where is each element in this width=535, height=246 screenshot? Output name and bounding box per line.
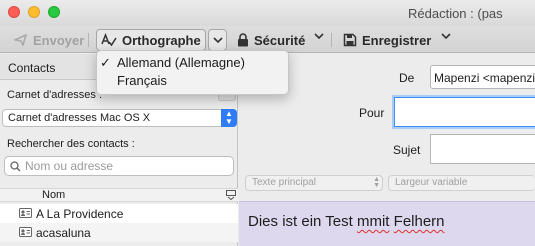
search-box	[4, 156, 234, 176]
security-label: Sécurité	[254, 32, 306, 48]
chevron-down-icon[interactable]	[441, 33, 451, 40]
font-width-value: Largeur variable	[395, 177, 468, 188]
from-select[interactable]: Mapenzi <mapenzi	[430, 65, 535, 89]
lock-icon	[238, 33, 248, 47]
paragraph-format-select[interactable]: Texte principal ▲ ▼	[245, 175, 383, 191]
zoom-window-button[interactable]	[48, 6, 60, 18]
to-label: Pour	[359, 106, 385, 120]
contact-name: A La Providence	[36, 207, 124, 221]
save-button[interactable]: Enregistrer	[343, 30, 431, 50]
select-arrows-icon: ▲ ▼	[373, 176, 380, 189]
body-word: Test	[325, 213, 353, 230]
message-body-text: Dies ist ein Test mmit Felhern	[248, 213, 445, 230]
contact-card-icon	[19, 208, 32, 218]
list-item[interactable]: A La Providence	[0, 204, 238, 223]
save-icon	[343, 33, 357, 47]
toolbar-separator	[331, 33, 332, 47]
menu-item-german[interactable]: ✓ Allemand (Allemagne)	[100, 55, 245, 70]
spelling-label: Orthographe	[122, 32, 201, 48]
security-button[interactable]: Sécurité	[237, 30, 305, 50]
checkmark-icon: ✓	[100, 55, 111, 70]
minimize-window-button[interactable]	[28, 6, 40, 18]
body-word: ist	[282, 213, 298, 230]
contact-card-icon	[19, 227, 32, 237]
title-bar: Rédaction : (pas	[0, 0, 535, 26]
column-picker-icon[interactable]	[226, 190, 236, 200]
body-word: Dies	[248, 213, 279, 230]
paragraph-format-value: Texte principal	[252, 177, 316, 188]
send-label: Envoyer	[33, 32, 85, 48]
menu-item-label: Français	[117, 73, 167, 88]
chevron-down-icon[interactable]	[314, 33, 324, 40]
save-label: Enregistrer	[362, 32, 432, 48]
toolbar: Envoyer Orthographe Sécurité Enregistrer	[0, 26, 535, 53]
contacts-list-header: Nom	[0, 188, 238, 202]
select-arrows-icon: ▲ ▼	[221, 109, 237, 127]
spelling-button[interactable]: Orthographe	[96, 29, 206, 51]
contact-name: acasaluna	[36, 226, 91, 240]
spelling-dropdown-button[interactable]	[208, 29, 227, 51]
send-icon	[14, 34, 27, 46]
from-value: Mapenzi <mapenzi	[434, 71, 535, 85]
from-label: De	[399, 71, 415, 85]
subject-field[interactable]	[430, 134, 535, 164]
menu-item-french[interactable]: Français	[117, 73, 167, 88]
font-width-select[interactable]: Largeur variable	[388, 175, 535, 191]
misspelled-word[interactable]: Felhern	[394, 213, 445, 230]
spellcheck-icon	[101, 33, 117, 47]
toolbar-separator	[88, 33, 89, 47]
menu-item-label: Allemand (Allemagne)	[117, 55, 245, 70]
list-item[interactable]: acasaluna	[0, 223, 238, 242]
misspelled-word[interactable]: mmit	[357, 213, 390, 230]
spelling-language-menu: ✓ Allemand (Allemagne) Français	[96, 50, 289, 95]
window-title: Rédaction : (pas	[408, 6, 503, 21]
subject-label: Sujet	[393, 143, 421, 157]
column-header-name[interactable]: Nom	[42, 189, 65, 201]
address-book-select[interactable]: Carnet d'adresses Mac OS X ▲ ▼	[2, 109, 237, 127]
close-window-button[interactable]	[8, 6, 20, 18]
to-field[interactable]	[394, 97, 535, 127]
address-book-label: Carnet d'adresses :	[7, 89, 103, 101]
send-button[interactable]: Envoyer	[14, 30, 84, 50]
body-word: ein	[301, 213, 322, 230]
format-toolbar: Texte principal ▲ ▼ Largeur variable	[239, 173, 535, 193]
search-input[interactable]	[25, 158, 225, 174]
message-body-editor[interactable]: Dies ist ein Test mmit Felhern	[239, 201, 535, 246]
address-book-value: Carnet d'adresses Mac OS X	[8, 112, 151, 124]
contacts-title: Contacts	[8, 61, 56, 75]
chevron-down-icon	[212, 36, 223, 43]
search-icon	[10, 161, 21, 172]
search-contacts-label: Rechercher des contacts :	[7, 138, 135, 150]
